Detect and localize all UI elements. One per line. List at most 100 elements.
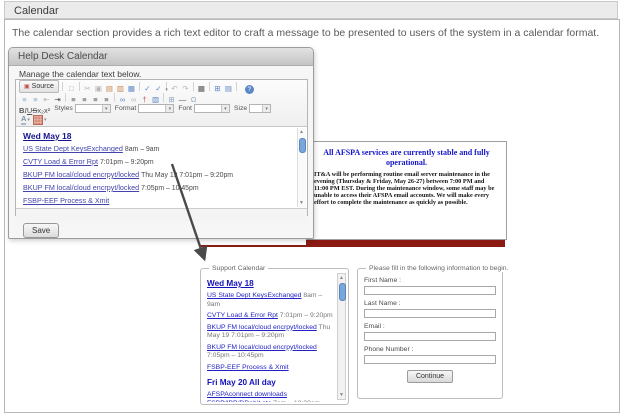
event-link[interactable]: BKUP FM local/cloud encrpyt/locked xyxy=(23,170,139,179)
scroll-down-icon[interactable]: ▼ xyxy=(338,391,345,399)
superscript-button[interactable]: x² xyxy=(44,106,50,115)
day-header: Wed May 18 xyxy=(23,131,295,141)
about-icon[interactable]: ? xyxy=(245,85,254,94)
scrollbar-thumb[interactable] xyxy=(339,283,346,301)
anchor-icon[interactable]: † xyxy=(139,95,150,105)
editor-content-area[interactable]: Wed May 18 US State Dept KeysExchanged 8… xyxy=(16,127,307,208)
text-color-icon: A xyxy=(21,115,26,125)
calendar-event: BKUP FM local/cloud encrpyt/locked Thu M… xyxy=(207,324,335,341)
event-link[interactable]: BKUP FM local/cloud encrpyt/locked xyxy=(207,344,317,351)
bulleted-list-icon[interactable]: ≡ xyxy=(30,95,41,105)
redo-icon[interactable]: ↷ xyxy=(180,84,191,94)
event-link[interactable]: BKUP FM local/cloud encrpyt/locked xyxy=(207,324,317,331)
save-button[interactable]: Save xyxy=(23,223,59,238)
calendar-event: US State Dept KeysExchanged 8am – 9am xyxy=(207,292,335,309)
event-link[interactable]: BKUP FM local/cloud encrpyt/locked xyxy=(23,183,139,192)
table-icon[interactable]: ⊞ xyxy=(166,95,177,105)
font-label: Font xyxy=(178,105,192,112)
text-color-button[interactable]: A▾ xyxy=(21,115,30,125)
intro-text: The calendar section provides a rich tex… xyxy=(12,27,599,39)
editor-path-bar xyxy=(16,208,307,221)
font-combo[interactable]: Font ▾ xyxy=(178,104,230,113)
event-link[interactable]: CVTY Load & Error Rpt xyxy=(23,157,98,166)
cut-icon[interactable]: ✂ xyxy=(82,84,93,94)
maximize-icon[interactable]: ⊞ xyxy=(212,84,223,94)
chevron-down-icon[interactable]: ▾ xyxy=(102,105,110,112)
email-label: Email : xyxy=(364,323,496,330)
indent-icon[interactable]: ⇥ xyxy=(52,95,63,105)
scroll-down-icon[interactable]: ▼ xyxy=(298,199,305,207)
editor-scrollbar[interactable]: ▲ ▼ xyxy=(297,128,306,207)
last-name-field[interactable] xyxy=(364,309,496,318)
flash-icon[interactable]: ▧ xyxy=(150,95,161,105)
align-right-icon[interactable]: ≡ xyxy=(90,95,101,105)
chevron-down-icon[interactable]: ▾ xyxy=(221,105,229,112)
day-header: Wed May 18 xyxy=(207,279,335,288)
event-time: 7:01pm – 9:20pm xyxy=(280,312,333,319)
toolbar-separator xyxy=(163,93,164,102)
toolbar-separator xyxy=(236,82,237,91)
scayt-icon[interactable]: ✓▾ xyxy=(153,84,164,94)
event-link[interactable]: US State Dept KeysExchanged xyxy=(207,292,301,299)
image-icon[interactable]: ▦ xyxy=(196,84,207,94)
spellcheck-icon[interactable]: ✓ xyxy=(142,84,153,94)
align-justify-icon[interactable]: ≡ xyxy=(101,95,112,105)
event-link[interactable]: FSBP-EEF Process & Xmit xyxy=(23,196,109,205)
toolbar-row-4: A▾ ▾ xyxy=(19,114,304,125)
align-center-icon[interactable]: ≡ xyxy=(79,95,90,105)
special-char-icon[interactable]: Ω xyxy=(188,95,199,105)
contact-form: First Name : Last Name : Email : Phone N… xyxy=(364,277,496,383)
status-banner: All AFSPA services are currently stable … xyxy=(306,141,507,240)
banner-headline: All AFSPA services are currently stable … xyxy=(312,148,501,168)
align-left-icon[interactable]: ≡ xyxy=(68,95,79,105)
chevron-down-icon: ▾ xyxy=(27,117,30,123)
copy-icon[interactable]: ▣ xyxy=(93,84,104,94)
event-link[interactable]: FSBP-EEF Process & Xmit xyxy=(207,364,289,371)
banner-body-text: IT&A will be performing routine email se… xyxy=(314,171,499,206)
calendar-event: BKUP FM local/cloud encrpyt/locked Thu M… xyxy=(23,171,295,181)
paste-text-icon[interactable]: ▥ xyxy=(115,84,126,94)
rich-text-editor: ▣Source □✂▣▤▥▦✓✓▾↶↷▦⊞▤? ≡≡⇤⇥≡≡≡≡∞∞†▧⊞―Ω … xyxy=(15,79,308,216)
editor-toolbar: ▣Source □✂▣▤▥▦✓✓▾↶↷▦⊞▤? ≡≡⇤⇥≡≡≡≡∞∞†▧⊞―Ω … xyxy=(16,80,307,127)
styles-combo[interactable]: Styles ▾ xyxy=(54,104,111,113)
continue-button[interactable]: Continue xyxy=(407,370,453,383)
numbered-list-icon[interactable]: ≡ xyxy=(19,95,30,105)
background-color-button[interactable]: ▾ xyxy=(33,115,47,125)
phone-number-field[interactable] xyxy=(364,355,496,364)
toolbar-separator xyxy=(65,93,66,102)
link-icon[interactable]: ∞ xyxy=(117,95,128,105)
scrollbar-thumb[interactable] xyxy=(299,138,306,153)
paste-icon[interactable]: ▤ xyxy=(104,84,115,94)
event-time: 7:05pm – 10:45pm xyxy=(141,185,198,192)
horizontal-rule-icon[interactable]: ― xyxy=(177,95,188,105)
undo-icon[interactable]: ↶ xyxy=(169,84,180,94)
phone-number-label: Phone Number : xyxy=(364,346,496,353)
show-blocks-icon[interactable]: ▤ xyxy=(223,84,234,94)
background-color-icon xyxy=(33,115,43,125)
contact-form-panel: Please fill in the following information… xyxy=(357,268,503,399)
scroll-up-icon[interactable]: ▲ xyxy=(298,128,305,136)
new-page-icon[interactable]: □ xyxy=(66,84,77,94)
styles-label: Styles xyxy=(54,105,73,112)
first-name-label: First Name : xyxy=(364,277,496,284)
window-titlebar[interactable]: Help Desk Calendar xyxy=(9,48,313,66)
paste-word-icon[interactable]: ▦ xyxy=(126,84,137,94)
event-time: 7am – 10:30am xyxy=(273,400,320,403)
outdent-icon[interactable]: ⇤ xyxy=(41,95,52,105)
unlink-icon[interactable]: ∞ xyxy=(128,95,139,105)
format-combo[interactable]: Format▾ xyxy=(115,104,175,113)
chevron-down-icon[interactable]: ▾ xyxy=(165,105,173,112)
calendar-event: CVTY Load & Error Rpt 7:01pm – 9:20pm xyxy=(23,158,295,168)
support-calendar-scrollbar[interactable]: ▲ ▼ xyxy=(337,273,346,400)
event-link[interactable]: US State Dept KeysExchanged xyxy=(23,144,123,153)
event-link[interactable]: CVTY Load & Error Rpt xyxy=(207,312,278,319)
scroll-up-icon[interactable]: ▲ xyxy=(338,274,345,282)
email-field[interactable] xyxy=(364,332,496,341)
chevron-down-icon[interactable]: ▾ xyxy=(262,105,270,112)
size-combo[interactable]: Size▾ xyxy=(234,104,271,113)
screenshot-root: Calendar The calendar section provides a… xyxy=(0,0,626,420)
first-name-field[interactable] xyxy=(364,286,496,295)
support-calendar-list: Wed May 18 US State Dept KeysExchanged 8… xyxy=(207,276,335,402)
day-header: Fri May 20 All day xyxy=(207,378,335,387)
maroon-divider-thick xyxy=(306,240,505,247)
